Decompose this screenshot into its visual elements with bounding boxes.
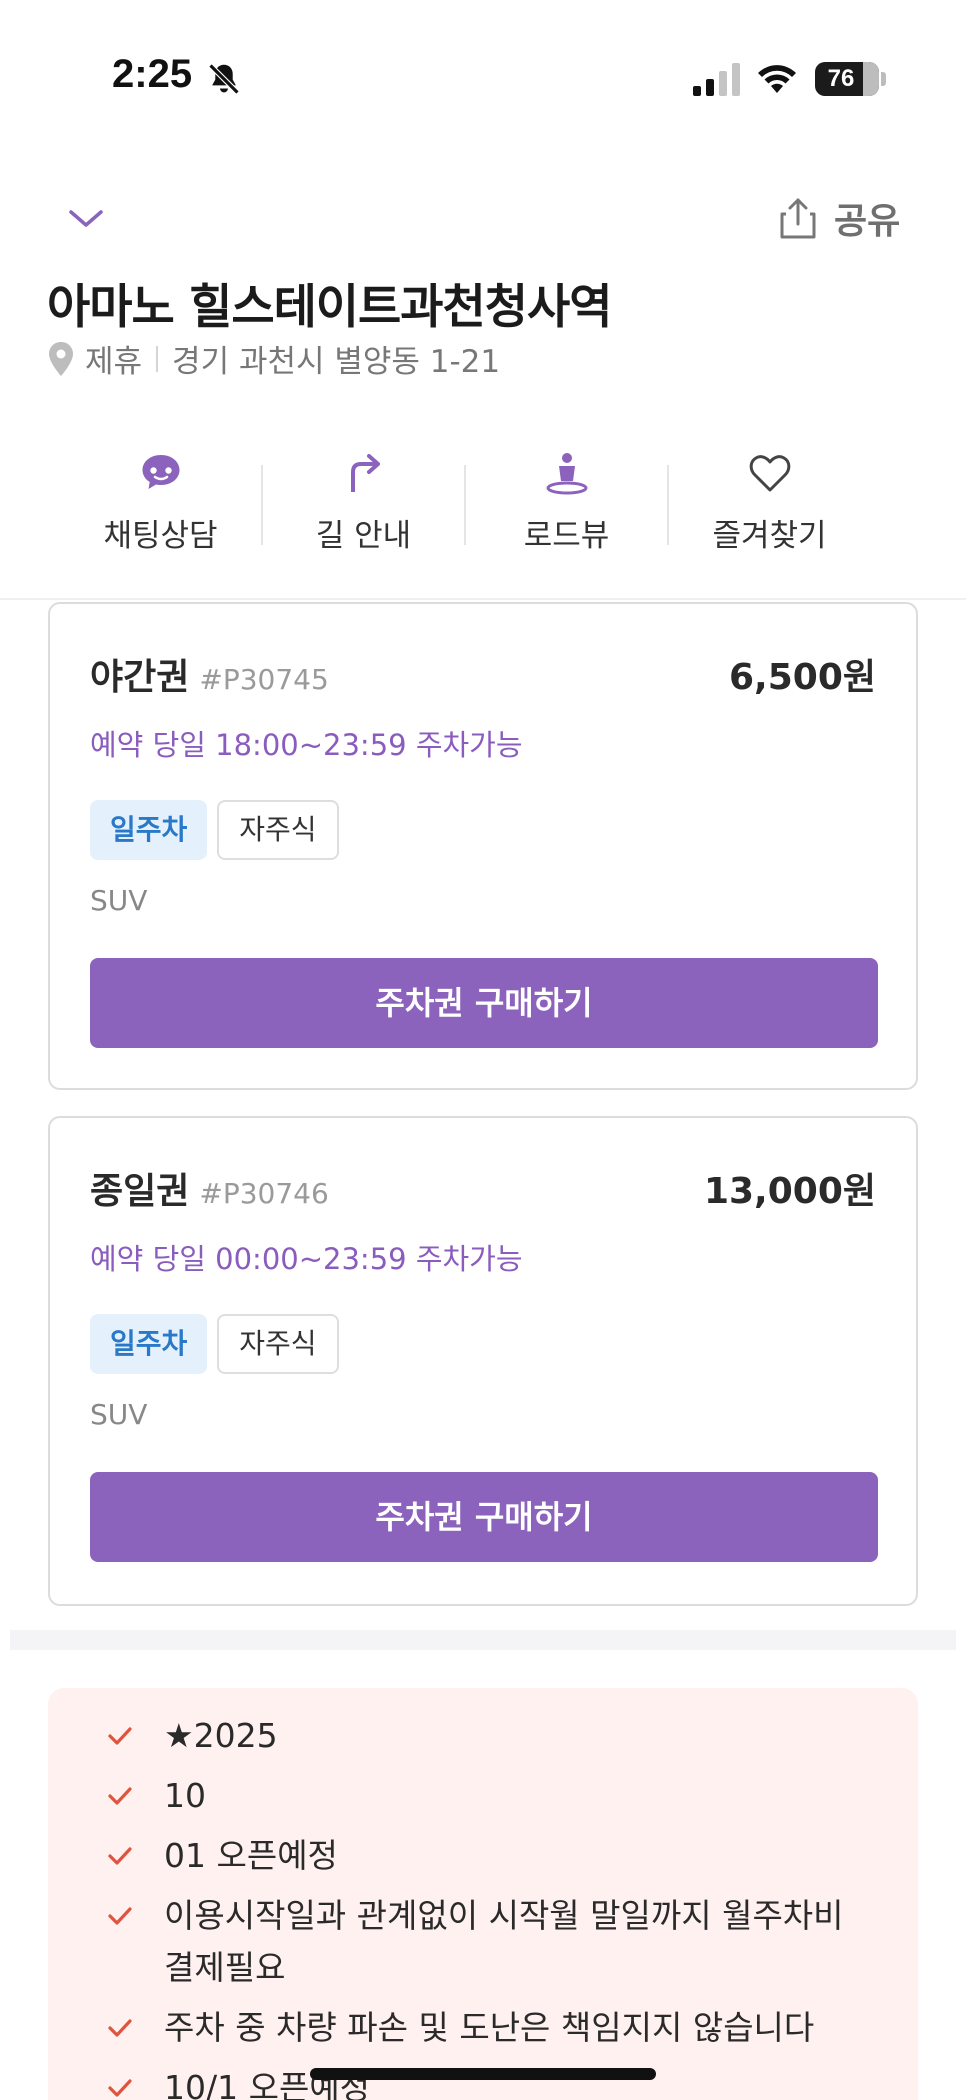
notice-item: 이용시작일과 관계없이 시작월 말일까지 월주차비 결제필요 bbox=[106, 1890, 864, 1994]
location-pin-icon bbox=[49, 341, 73, 376]
wifi-icon bbox=[758, 65, 796, 93]
check-icon bbox=[108, 2019, 132, 2037]
notice-box: ★2025 10 01 오픈예정 이용시작일과 관계없이 시작월 말일까지 월주… bbox=[48, 1688, 918, 2100]
directions-icon bbox=[350, 454, 380, 492]
notice-list: ★2025 10 01 오픈예정 이용시작일과 관계없이 시작월 말일까지 월주… bbox=[106, 1710, 864, 2100]
ticket-code: #P30746 bbox=[199, 1177, 329, 1210]
place-title: 아마노 힐스테이트과천청사역 bbox=[47, 280, 612, 335]
ticket-tags: 일주차 자주식 bbox=[90, 1314, 339, 1374]
share-icon bbox=[780, 198, 816, 239]
action-bar: 채팅상담 길 안내 로드뷰 즐겨찾기 bbox=[60, 450, 906, 560]
status-bar: 2:25 76 bbox=[0, 0, 966, 150]
chat-icon bbox=[142, 455, 179, 489]
ticket-name: 종일권 bbox=[90, 1171, 190, 1212]
tag-parking-type: 일주차 bbox=[90, 1314, 208, 1374]
tag-parking-method: 자주식 bbox=[217, 1314, 339, 1374]
check-icon bbox=[108, 2079, 132, 2097]
action-label: 즐겨찾기 bbox=[712, 518, 827, 554]
ticket-tags: 일주차 자주식 bbox=[90, 800, 339, 860]
tag-parking-type: 일주차 bbox=[90, 800, 208, 860]
chevron-down-icon[interactable] bbox=[66, 198, 106, 238]
ticket-card: 야간권 #P30745 6,500원 예약 당일 18:00~23:59 주차가능… bbox=[48, 602, 918, 1090]
notice-text: 01 오픈예정 bbox=[164, 1836, 338, 1875]
action-label: 로드뷰 bbox=[523, 518, 610, 554]
ticket-availability: 예약 당일 18:00~23:59 주차가능 bbox=[90, 728, 523, 762]
favorite-button[interactable]: 즐겨찾기 bbox=[669, 450, 870, 560]
status-time: 2:25 bbox=[112, 52, 193, 96]
battery-indicator: 76 bbox=[815, 62, 879, 96]
ticket-card: 종일권 #P30746 13,000원 예약 당일 00:00~23:59 주차가… bbox=[48, 1116, 918, 1606]
roadview-icon bbox=[546, 453, 587, 495]
action-divider bbox=[0, 598, 966, 600]
notice-item: 10 bbox=[106, 1770, 864, 1822]
battery-nub bbox=[881, 72, 886, 86]
action-label: 채팅상담 bbox=[103, 518, 218, 554]
partner-tag: 제휴 bbox=[85, 344, 143, 380]
check-icon bbox=[108, 1907, 132, 1925]
notice-item: ★2025 bbox=[106, 1710, 864, 1762]
ticket-vehicle: SUV bbox=[90, 1398, 148, 1431]
ticket-vehicle: SUV bbox=[90, 884, 148, 917]
share-button[interactable]: 공유 bbox=[778, 192, 900, 244]
check-icon bbox=[108, 1727, 132, 1745]
ticket-price: 13,000원 bbox=[703, 1171, 876, 1212]
buy-ticket-button[interactable]: 주차권 구매하기 bbox=[90, 958, 878, 1048]
home-indicator[interactable] bbox=[310, 2068, 656, 2080]
action-label: 길 안내 bbox=[315, 518, 412, 554]
heart-icon bbox=[749, 455, 790, 492]
notice-text: 주차 중 차량 파손 및 도난은 책임지지 않습니다 bbox=[164, 2008, 815, 2047]
buy-ticket-button[interactable]: 주차권 구매하기 bbox=[90, 1472, 878, 1562]
tag-parking-method: 자주식 bbox=[217, 800, 339, 860]
battery-level: 76 bbox=[827, 65, 855, 92]
directions-button[interactable]: 길 안내 bbox=[263, 450, 464, 560]
ticket-code: #P30745 bbox=[199, 663, 329, 696]
roadview-button[interactable]: 로드뷰 bbox=[466, 450, 667, 560]
ticket-price: 6,500원 bbox=[729, 657, 876, 698]
ticket-availability: 예약 당일 00:00~23:59 주차가능 bbox=[90, 1242, 523, 1276]
address: 경기 과천시 별양동 1-21 bbox=[172, 344, 501, 380]
cellular-signal-icon bbox=[693, 63, 740, 96]
meta-divider bbox=[156, 345, 159, 372]
notice-item: 01 오픈예정 bbox=[106, 1830, 864, 1882]
page: 2:25 76 공유 아마노 힐스테이트과천청사역 제휴 경기 과천시 별양동 … bbox=[0, 0, 966, 2100]
ticket-name: 야간권 bbox=[90, 657, 190, 698]
check-icon bbox=[108, 1787, 132, 1805]
section-divider bbox=[10, 1630, 956, 1650]
notice-text: 10 bbox=[164, 1776, 206, 1815]
notice-text: ★2025 bbox=[164, 1716, 278, 1755]
bell-muted-icon bbox=[208, 63, 240, 95]
check-icon bbox=[108, 1847, 132, 1865]
chat-consult-button[interactable]: 채팅상담 bbox=[60, 450, 261, 560]
place-meta: 제휴 경기 과천시 별양동 1-21 bbox=[47, 336, 500, 381]
notice-text: 이용시작일과 관계없이 시작월 말일까지 월주차비 결제필요 bbox=[164, 1896, 844, 1987]
share-label: 공유 bbox=[834, 201, 901, 242]
notice-item: 주차 중 차량 파손 및 도난은 책임지지 않습니다 bbox=[106, 2002, 864, 2054]
